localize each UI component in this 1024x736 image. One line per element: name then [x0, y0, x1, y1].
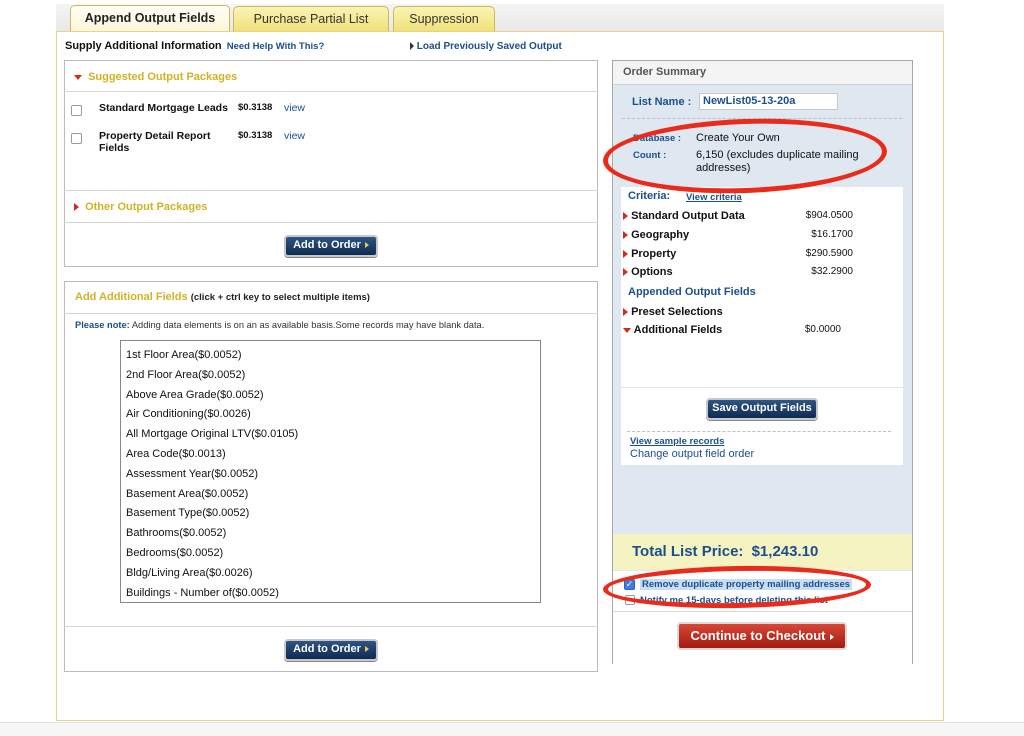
continue-to-checkout-button[interactable]: Continue to Checkout — [677, 622, 847, 650]
additional-fields-row[interactable]: Additional Fields $0.0000 — [623, 324, 841, 336]
save-output-fields-button[interactable]: Save Output Fields — [706, 398, 818, 420]
divider — [627, 431, 891, 432]
view-link-standard-mortgage[interactable]: view — [284, 102, 305, 114]
order-summary-title: Order Summary — [623, 66, 707, 78]
arrow-right-icon — [410, 42, 414, 51]
tab-append-output-fields[interactable]: Append Output Fields — [70, 5, 230, 32]
criteria-row-property[interactable]: Property $290.5900 — [623, 248, 853, 260]
list-item[interactable]: 2nd Floor Area($0.0052) — [121, 365, 540, 385]
note-label: Please note: — [75, 320, 130, 330]
divider — [613, 611, 912, 612]
divider — [64, 626, 598, 627]
suggested-title: Suggested Output Packages — [88, 71, 238, 83]
list-item[interactable]: Bedrooms($0.0052) — [121, 543, 540, 563]
criteria-label: Criteria: — [628, 190, 671, 202]
list-item[interactable]: Bathrooms($0.0052) — [121, 523, 540, 543]
triangle-right-icon — [623, 308, 628, 317]
appended-output-label: Appended Output Fields — [628, 286, 756, 298]
list-item[interactable]: Basement Type($0.0052) — [121, 503, 540, 523]
arrow-right-icon — [364, 646, 369, 653]
criteria-row-label: Geography — [631, 229, 690, 241]
triangle-right-icon — [74, 203, 79, 212]
criteria-row-value: $16.1700 — [811, 229, 853, 240]
please-note: Please note: Adding data elements is on … — [75, 320, 484, 330]
criteria-row-geography[interactable]: Geography $16.1700 — [623, 229, 853, 241]
criteria-row-options[interactable]: Options $32.2900 — [623, 266, 853, 278]
load-saved-text: Load Previously Saved Output — [416, 41, 562, 52]
button-label: Add to Order — [293, 239, 361, 251]
additional-hint: (click + ctrl key to select multiple ite… — [190, 292, 370, 303]
list-item[interactable]: Air Conditioning($0.0026) — [121, 404, 540, 424]
change-field-order-link[interactable]: Change output field order — [630, 448, 754, 460]
help-link[interactable]: Need Help With This? — [227, 41, 325, 52]
criteria-row-value: $290.5900 — [805, 248, 853, 259]
supply-info-heading: Supply Additional Information Need Help … — [65, 40, 324, 52]
arrow-right-icon — [364, 242, 369, 249]
list-name-label: List Name : — [632, 96, 692, 108]
criteria-row-label: Options — [631, 266, 673, 278]
triangle-down-icon — [623, 327, 631, 333]
bottom-strip — [0, 722, 1024, 736]
supply-info-text: Supply Additional Information — [65, 40, 222, 52]
view-sample-records-link[interactable]: View sample records — [630, 436, 724, 447]
arrow-right-icon — [829, 633, 834, 640]
additional-fields-header: Add Additional Fields (click + ctrl key … — [75, 291, 370, 303]
package-price: $0.3138 — [238, 102, 273, 113]
list-item[interactable]: Basement Area($0.0052) — [121, 484, 540, 504]
criteria-row-standard-output[interactable]: Standard Output Data $904.0500 — [623, 210, 853, 222]
button-label: Continue to Checkout — [690, 628, 826, 643]
list-item[interactable]: Above Area Grade($0.0052) — [121, 385, 540, 405]
list-item[interactable]: Area Code($0.0013) — [121, 444, 540, 464]
package-name: Standard Mortgage Leads — [99, 102, 228, 114]
criteria-row-value: $32.2900 — [811, 266, 853, 277]
criteria-row-value: $904.0500 — [805, 210, 853, 221]
add-to-order-button-fields[interactable]: Add to Order — [284, 639, 378, 661]
additional-value: $0.0000 — [804, 324, 841, 335]
criteria-row-label: Property — [631, 248, 677, 260]
triangle-right-icon — [623, 250, 628, 259]
divider — [64, 313, 598, 314]
triangle-right-icon — [623, 268, 628, 277]
tab-suppression[interactable]: Suppression — [393, 6, 495, 31]
preset-selections-row[interactable]: Preset Selections — [623, 306, 853, 318]
list-name-input[interactable]: NewList05-13-20a — [699, 93, 838, 110]
checkbox-property-detail[interactable] — [71, 133, 82, 144]
view-criteria-link[interactable]: View criteria — [686, 192, 742, 203]
divider — [64, 222, 598, 223]
additional-label: Additional Fields — [633, 324, 723, 336]
total-label: Total List Price: — [632, 543, 744, 560]
checkbox-standard-mortgage-leads[interactable] — [71, 105, 82, 116]
triangle-right-icon — [623, 231, 628, 240]
fields-listbox[interactable]: 1st Floor Area($0.0052) 2nd Floor Area($… — [120, 340, 541, 603]
triangle-down-icon — [74, 74, 82, 80]
total-price: Total List Price: $1,243.10 — [632, 543, 818, 560]
list-item[interactable]: Bldg/Living Area($0.0026) — [121, 563, 540, 583]
note-text: Adding data elements is on an as availab… — [131, 320, 485, 330]
list-item[interactable]: 1st Floor Area($0.0052) — [121, 345, 540, 365]
list-item[interactable]: Assessment Year($0.0052) — [121, 464, 540, 484]
other-title: Other Output Packages — [85, 201, 208, 213]
triangle-right-icon — [623, 212, 628, 221]
button-label: Save Output Fields — [712, 402, 812, 414]
list-item[interactable]: All Mortgage Original LTV($0.0105) — [121, 424, 540, 444]
divider — [64, 190, 598, 191]
criteria-row-label: Standard Output Data — [631, 210, 745, 222]
package-price: $0.3138 — [238, 130, 273, 141]
divider — [64, 91, 598, 92]
add-to-order-button-packages[interactable]: Add to Order — [284, 235, 378, 257]
total-value: $1,243.10 — [751, 543, 819, 560]
list-item[interactable]: Buildings - Number of($0.0052) — [121, 583, 540, 602]
other-packages-header[interactable]: Other Output Packages — [74, 201, 207, 213]
suggested-packages-header[interactable]: Suggested Output Packages — [74, 71, 237, 83]
tab-purchase-partial-list[interactable]: Purchase Partial List — [233, 6, 389, 31]
preset-label: Preset Selections — [631, 306, 723, 318]
button-label: Add to Order — [293, 643, 361, 655]
additional-title: Add Additional Fields — [75, 291, 188, 303]
view-link-property-detail[interactable]: view — [284, 130, 305, 142]
load-saved-link[interactable]: Load Previously Saved Output — [410, 41, 562, 52]
package-name: Property Detail Report Fields — [99, 130, 211, 154]
